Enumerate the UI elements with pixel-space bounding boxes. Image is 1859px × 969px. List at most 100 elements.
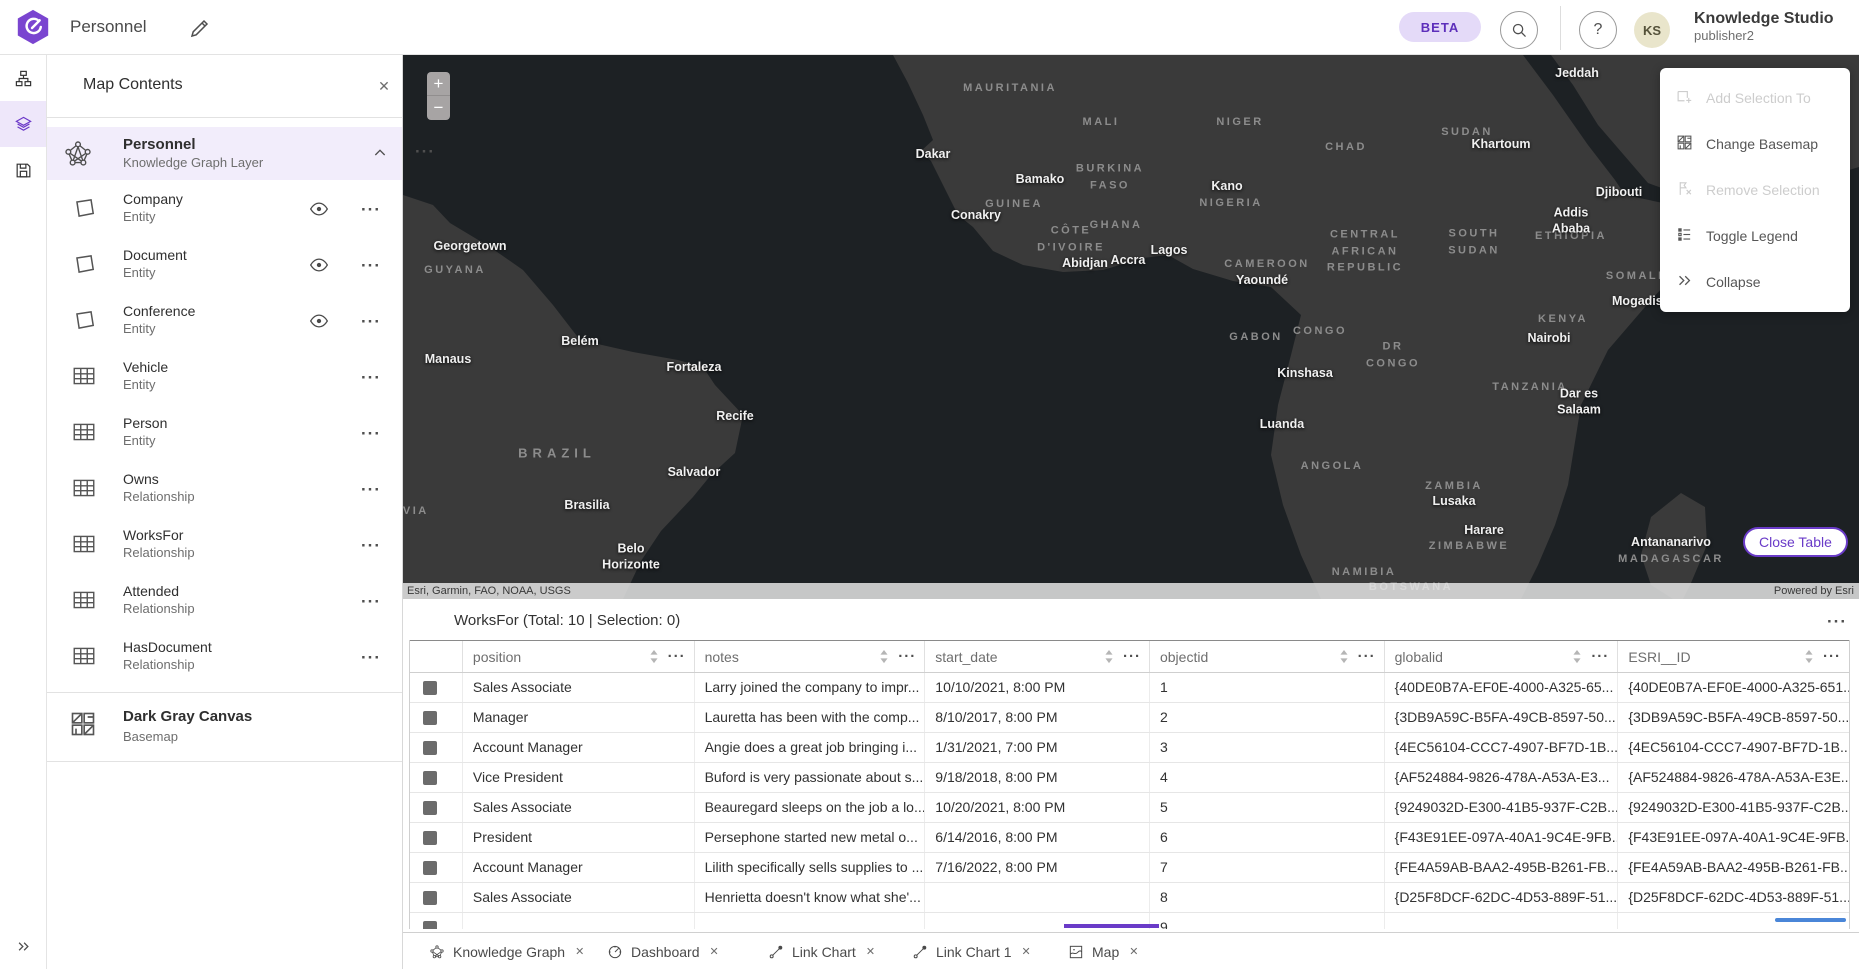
- sidebar-item-hierarchy[interactable]: [0, 55, 46, 101]
- layer-item-owns[interactable]: OwnsRelationship···: [47, 460, 402, 516]
- menu-item-label: Remove Selection: [1706, 182, 1820, 198]
- tab-map[interactable]: Map✕: [1068, 933, 1138, 969]
- table-row[interactable]: Sales AssociateLarry joined the company …: [410, 673, 1849, 703]
- visibility-eye-icon[interactable]: [309, 311, 329, 331]
- column-label: globalid: [1395, 649, 1573, 665]
- basemap-item[interactable]: Dark Gray Canvas Basemap: [47, 693, 402, 761]
- user-avatar[interactable]: KS: [1634, 12, 1670, 48]
- column-header-notes[interactable]: notes···: [695, 641, 926, 672]
- help-button[interactable]: ?: [1579, 11, 1617, 49]
- sort-icon[interactable]: [649, 649, 659, 664]
- table-row[interactable]: Sales AssociateBeauregard sleeps on the …: [410, 793, 1849, 823]
- cell-notes: Lauretta has been with the comp...: [695, 703, 926, 732]
- layer-options-button[interactable]: ···: [361, 653, 381, 663]
- layer-item-person[interactable]: PersonEntity···: [47, 404, 402, 460]
- tab-close-icon[interactable]: ✕: [710, 945, 719, 958]
- layer-name: WorksFor: [123, 527, 183, 543]
- visibility-eye-icon[interactable]: [309, 199, 329, 219]
- panel-close-button[interactable]: ✕: [373, 75, 395, 97]
- tab-link-chart-1[interactable]: Link Chart 1✕: [912, 933, 1031, 969]
- layer-options-button[interactable]: ···: [361, 541, 381, 551]
- column-options-button[interactable]: ···: [898, 652, 916, 662]
- layer-name: Company: [123, 191, 183, 207]
- cell-start_date: 10/10/2021, 8:00 PM: [925, 673, 1150, 702]
- sort-icon[interactable]: [879, 649, 889, 664]
- table-row[interactable]: Sales AssociateHenrietta doesn't know wh…: [410, 883, 1849, 913]
- row-checkbox[interactable]: [423, 891, 437, 905]
- map-view[interactable]: MAURITANIAMALINIGERCHADSUDANBURKINA FASO…: [403, 55, 1859, 599]
- table-row[interactable]: Account ManagerAngie does a great job br…: [410, 733, 1849, 763]
- column-header-position[interactable]: position···: [463, 641, 695, 672]
- sort-icon[interactable]: [1804, 649, 1814, 664]
- row-checkbox[interactable]: [423, 711, 437, 725]
- column-options-button[interactable]: ···: [668, 652, 686, 662]
- tab-knowledge-graph[interactable]: Knowledge Graph✕: [429, 933, 584, 969]
- layer-options-button[interactable]: ···: [361, 597, 381, 607]
- search-icon: [1511, 22, 1528, 39]
- column-header-objectid[interactable]: objectid···: [1150, 641, 1385, 672]
- table-options-button[interactable]: ···: [1827, 617, 1847, 627]
- cell-position: Account Manager: [463, 733, 695, 762]
- tab-close-icon[interactable]: ✕: [1021, 945, 1030, 958]
- layer-group-options-button[interactable]: ···: [415, 147, 435, 157]
- row-checkbox[interactable]: [423, 801, 437, 815]
- tab-close-icon[interactable]: ✕: [575, 945, 584, 958]
- row-checkbox[interactable]: [423, 681, 437, 695]
- layer-item-company[interactable]: CompanyEntity···: [47, 180, 402, 236]
- row-checkbox[interactable]: [423, 861, 437, 875]
- layer-item-worksfor[interactable]: WorksForRelationship···: [47, 516, 402, 572]
- row-checkbox[interactable]: [423, 831, 437, 845]
- column-options-button[interactable]: ···: [1123, 652, 1141, 662]
- expand-rail-button[interactable]: [0, 931, 46, 961]
- layer-options-button[interactable]: ···: [361, 261, 381, 271]
- column-options-button[interactable]: ···: [1591, 652, 1609, 662]
- row-select-cell: [410, 673, 463, 702]
- column-options-button[interactable]: ···: [1823, 652, 1841, 662]
- layer-options-button[interactable]: ···: [361, 317, 381, 327]
- column-options-button[interactable]: ···: [1358, 652, 1376, 662]
- tab-close-icon[interactable]: ✕: [866, 945, 875, 958]
- table-row[interactable]: Vice PresidentBuford is very passionate …: [410, 763, 1849, 793]
- layer-item-conference[interactable]: ConferenceEntity···: [47, 292, 402, 348]
- sort-icon[interactable]: [1104, 649, 1114, 664]
- column-header-start_date[interactable]: start_date···: [925, 641, 1150, 672]
- column-header-globalid[interactable]: globalid ···: [1385, 641, 1619, 672]
- sort-icon[interactable]: [1572, 649, 1582, 664]
- chevron-up-icon[interactable]: [372, 145, 388, 161]
- layer-options-button[interactable]: ···: [361, 485, 381, 495]
- layer-item-hasdocument[interactable]: HasDocumentRelationship···: [47, 628, 402, 684]
- zoom-out-button[interactable]: −: [427, 96, 450, 120]
- tab-dashboard[interactable]: Dashboard✕: [607, 933, 719, 969]
- menu-item-legend[interactable]: Toggle Legend: [1660, 213, 1850, 259]
- column-header-esri__id[interactable]: ESRI__ID···: [1618, 641, 1849, 672]
- panel-title: Map Contents: [83, 76, 183, 94]
- sidebar-item-save[interactable]: [0, 147, 46, 193]
- table-row[interactable]: PresidentPersephone started new metal o.…: [410, 823, 1849, 853]
- tab-close-icon[interactable]: ✕: [1129, 945, 1138, 958]
- layer-item-vehicle[interactable]: VehicleEntity···: [47, 348, 402, 404]
- sort-icon[interactable]: [1339, 649, 1349, 664]
- search-button[interactable]: [1500, 11, 1538, 49]
- row-checkbox[interactable]: [423, 921, 437, 930]
- layer-options-button[interactable]: ···: [361, 205, 381, 215]
- close-table-button[interactable]: Close Table: [1743, 527, 1848, 557]
- layer-item-attended[interactable]: AttendedRelationship···: [47, 572, 402, 628]
- row-checkbox[interactable]: [423, 771, 437, 785]
- edit-title-button[interactable]: [188, 16, 212, 40]
- row-checkbox[interactable]: [423, 741, 437, 755]
- layer-options-button[interactable]: ···: [361, 429, 381, 439]
- tab-link-chart[interactable]: Link Chart✕: [768, 933, 875, 969]
- menu-item-collapse[interactable]: Collapse: [1660, 259, 1850, 305]
- layer-group-personnel[interactable]: Personnel Knowledge Graph Layer ···: [47, 127, 402, 180]
- zoom-in-button[interactable]: +: [427, 72, 450, 96]
- visibility-eye-icon[interactable]: [309, 255, 329, 275]
- sidebar-item-layers[interactable]: [0, 101, 46, 147]
- table-row[interactable]: ManagerLauretta has been with the comp..…: [410, 703, 1849, 733]
- table-horizontal-scrollbar[interactable]: [1775, 918, 1846, 922]
- layer-options-button[interactable]: ···: [361, 373, 381, 383]
- menu-item-basemap[interactable]: Change Basemap: [1660, 121, 1850, 167]
- table-row[interactable]: Account ManagerLilith specifically sells…: [410, 853, 1849, 883]
- cell-notes: Beauregard sleeps on the job a lo...: [695, 793, 926, 822]
- layer-item-document[interactable]: DocumentEntity···: [47, 236, 402, 292]
- table-icon: [71, 531, 97, 557]
